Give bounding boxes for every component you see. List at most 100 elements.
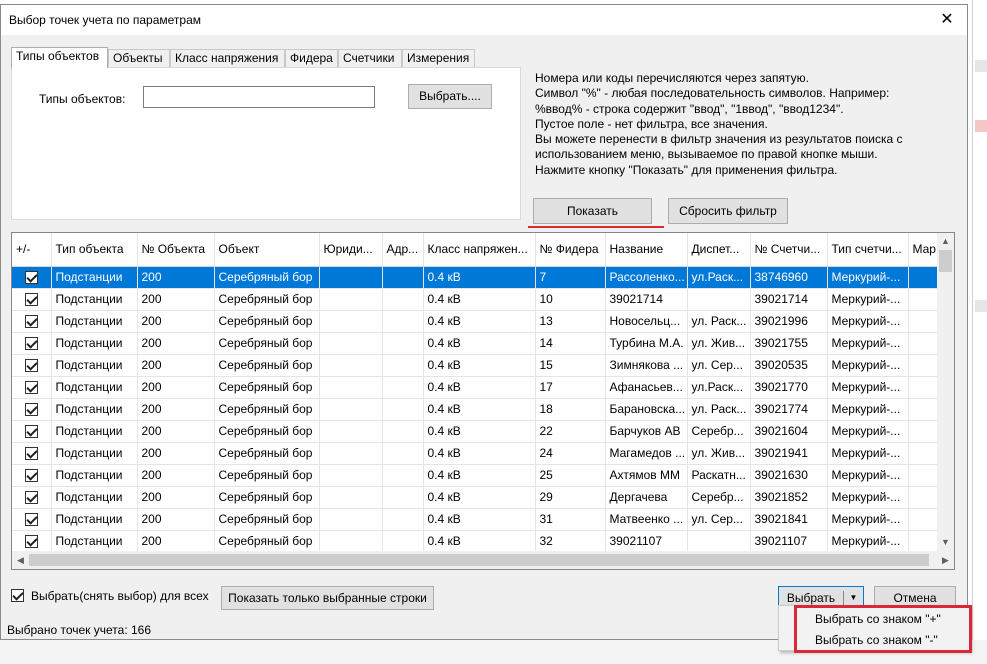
checkbox-checked-icon[interactable] [25, 469, 38, 483]
checkbox-checked-icon[interactable] [25, 535, 38, 549]
vertical-scroll-thumb[interactable] [939, 250, 952, 272]
scroll-right-icon[interactable]: ▶ [937, 551, 954, 569]
checkbox-checked-icon[interactable] [25, 447, 38, 461]
table-row[interactable]: Подстанции 200 Серебряный бор 0.4 кВ 18 Баран… [12, 398, 939, 421]
scroll-up-icon[interactable]: ▲ [937, 233, 954, 250]
column-header-sel[interactable]: +/- [12, 233, 52, 267]
select-types-button[interactable]: Выбрать.... [408, 84, 492, 109]
cell-sel[interactable] [12, 530, 52, 553]
column-header-object[interactable]: Объект [214, 233, 320, 267]
cell-brand [908, 398, 939, 421]
checkbox-checked-icon[interactable] [25, 403, 38, 417]
horizontal-scrollbar[interactable]: ◀ ▶ [12, 551, 954, 569]
column-header-meter-number[interactable]: № Счетчи... [750, 233, 828, 267]
cell-feeder-number: 7 [535, 266, 606, 289]
cell-address [382, 442, 424, 465]
column-header-meter-type[interactable]: Тип счетчи... [827, 233, 909, 267]
cell-sel[interactable] [12, 464, 52, 487]
cell-object-number: 200 [137, 288, 215, 311]
tab-measurements[interactable]: Измерения [402, 49, 475, 67]
table-row[interactable]: Подстанции 200 Серебряный бор 0.4 кВ 29 Дерга… [12, 486, 939, 509]
show-button[interactable]: Показать [533, 198, 652, 224]
show-selected-only-button[interactable]: Показать только выбранные строки [221, 586, 434, 610]
table-row[interactable]: Подстанции 200 Серебряный бор 0.4 кВ 32 39021… [12, 530, 939, 553]
table-row[interactable]: Подстанции 200 Серебряный бор 0.4 кВ 10 39021… [12, 288, 939, 311]
table-row[interactable]: Подстанции 200 Серебряный бор 0.4 кВ 15 Зимня… [12, 354, 939, 377]
scroll-down-icon[interactable]: ▼ [937, 534, 954, 551]
background-mark [975, 120, 987, 132]
checkbox-checked-icon[interactable] [25, 271, 38, 285]
menu-item-select-plus[interactable]: Выбрать со знаком "+" [815, 609, 941, 629]
cell-voltage-class: 0.4 кВ [423, 288, 536, 311]
reset-filter-button[interactable]: Сбросить фильтр [668, 198, 788, 224]
results-grid[interactable]: +/- Тип объекта № Объекта Объект Юриди... Адр… [11, 232, 955, 570]
column-header-object-number[interactable]: № Объекта [137, 233, 215, 267]
cell-sel[interactable] [12, 508, 52, 531]
cell-sel[interactable] [12, 442, 52, 465]
column-header-legal[interactable]: Юриди... [319, 233, 383, 267]
menu-item-select-minus[interactable]: Выбрать со знаком "-" [815, 630, 938, 650]
cell-name: Барчуков АВ [605, 420, 688, 443]
checkbox-checked-icon[interactable] [25, 337, 38, 351]
scroll-left-icon[interactable]: ◀ [12, 551, 29, 569]
checkbox-checked-icon[interactable] [25, 315, 38, 329]
cell-dispatcher: Раскатн... [687, 464, 751, 487]
table-row[interactable]: Подстанции 200 Серебряный бор 0.4 кВ 17 Афана… [12, 376, 939, 399]
close-icon[interactable]: ✕ [935, 8, 959, 32]
column-header-object-type[interactable]: Тип объекта [51, 233, 138, 267]
cell-sel[interactable] [12, 288, 52, 311]
column-header-voltage-class[interactable]: Класс напряжен... [423, 233, 536, 267]
help-line: использованием меню, вызываемое по право… [535, 147, 878, 162]
cell-object-number: 200 [137, 420, 215, 443]
column-header-dispatcher[interactable]: Диспет... [687, 233, 751, 267]
cell-dispatcher: Серебр... [687, 486, 751, 509]
cell-meter-number: 38746960 [750, 266, 828, 289]
cell-meter-type: Меркурий-... [827, 266, 909, 289]
checkbox-checked-icon[interactable] [25, 359, 38, 373]
checkbox-checked-icon[interactable] [25, 381, 38, 395]
tab-meters[interactable]: Счетчики [338, 49, 402, 67]
cell-sel[interactable] [12, 354, 52, 377]
cell-sel[interactable] [12, 332, 52, 355]
checkbox-checked-icon[interactable] [25, 293, 38, 307]
column-header-brand[interactable]: Мар [908, 233, 939, 267]
tab-feeders[interactable]: Фидера [285, 49, 338, 67]
cell-sel[interactable] [12, 398, 52, 421]
cell-sel[interactable] [12, 376, 52, 399]
cell-sel[interactable] [12, 310, 52, 333]
checkbox-checked-icon[interactable] [25, 513, 38, 527]
cell-name: Рассоленко... [605, 266, 688, 289]
cell-object-number: 200 [137, 508, 215, 531]
table-row[interactable]: Подстанции 200 Серебряный бор 0.4 кВ 7 Рассол… [12, 266, 939, 289]
table-row[interactable]: Подстанции 200 Серебряный бор 0.4 кВ 25 Ахтям… [12, 464, 939, 487]
cell-voltage-class: 0.4 кВ [423, 354, 536, 377]
table-row[interactable]: Подстанции 200 Серебряный бор 0.4 кВ 14 Турби… [12, 332, 939, 355]
table-row[interactable]: Подстанции 200 Серебряный бор 0.4 кВ 31 Матве… [12, 508, 939, 531]
tab-object-types[interactable]: Типы объектов [11, 47, 108, 68]
checkbox-checked-icon[interactable] [25, 425, 38, 439]
tab-objects[interactable]: Объекты [108, 49, 170, 67]
checkbox-checked-icon[interactable] [25, 491, 38, 505]
table-row[interactable]: Подстанции 200 Серебряный бор 0.4 кВ 24 Магам… [12, 442, 939, 465]
cell-name: Ахтямов ММ [605, 464, 688, 487]
cell-object-type: Подстанции [51, 376, 138, 399]
vertical-scrollbar[interactable]: ▲ ▼ [937, 233, 954, 551]
horizontal-scroll-thumb[interactable] [29, 554, 929, 566]
cell-dispatcher: ул. Сер... [687, 354, 751, 377]
table-row[interactable]: Подстанции 200 Серебряный бор 0.4 кВ 22 Барчу… [12, 420, 939, 443]
column-header-feeder-number[interactable]: № Фидера [535, 233, 606, 267]
cell-sel[interactable] [12, 266, 52, 289]
cell-voltage-class: 0.4 кВ [423, 508, 536, 531]
cell-address [382, 486, 424, 509]
cell-sel[interactable] [12, 420, 52, 443]
cell-object: Серебряный бор [214, 332, 320, 355]
tab-voltage-class[interactable]: Класс напряжения [170, 49, 285, 67]
cell-name: 39021714 [605, 288, 688, 311]
checkbox-checked-icon[interactable] [11, 589, 24, 602]
background-mark [975, 300, 987, 312]
object-types-input[interactable] [143, 86, 375, 108]
column-header-name[interactable]: Название [605, 233, 688, 267]
cell-sel[interactable] [12, 486, 52, 509]
table-row[interactable]: Подстанции 200 Серебряный бор 0.4 кВ 13 Новос… [12, 310, 939, 333]
column-header-address[interactable]: Адр... [382, 233, 424, 267]
